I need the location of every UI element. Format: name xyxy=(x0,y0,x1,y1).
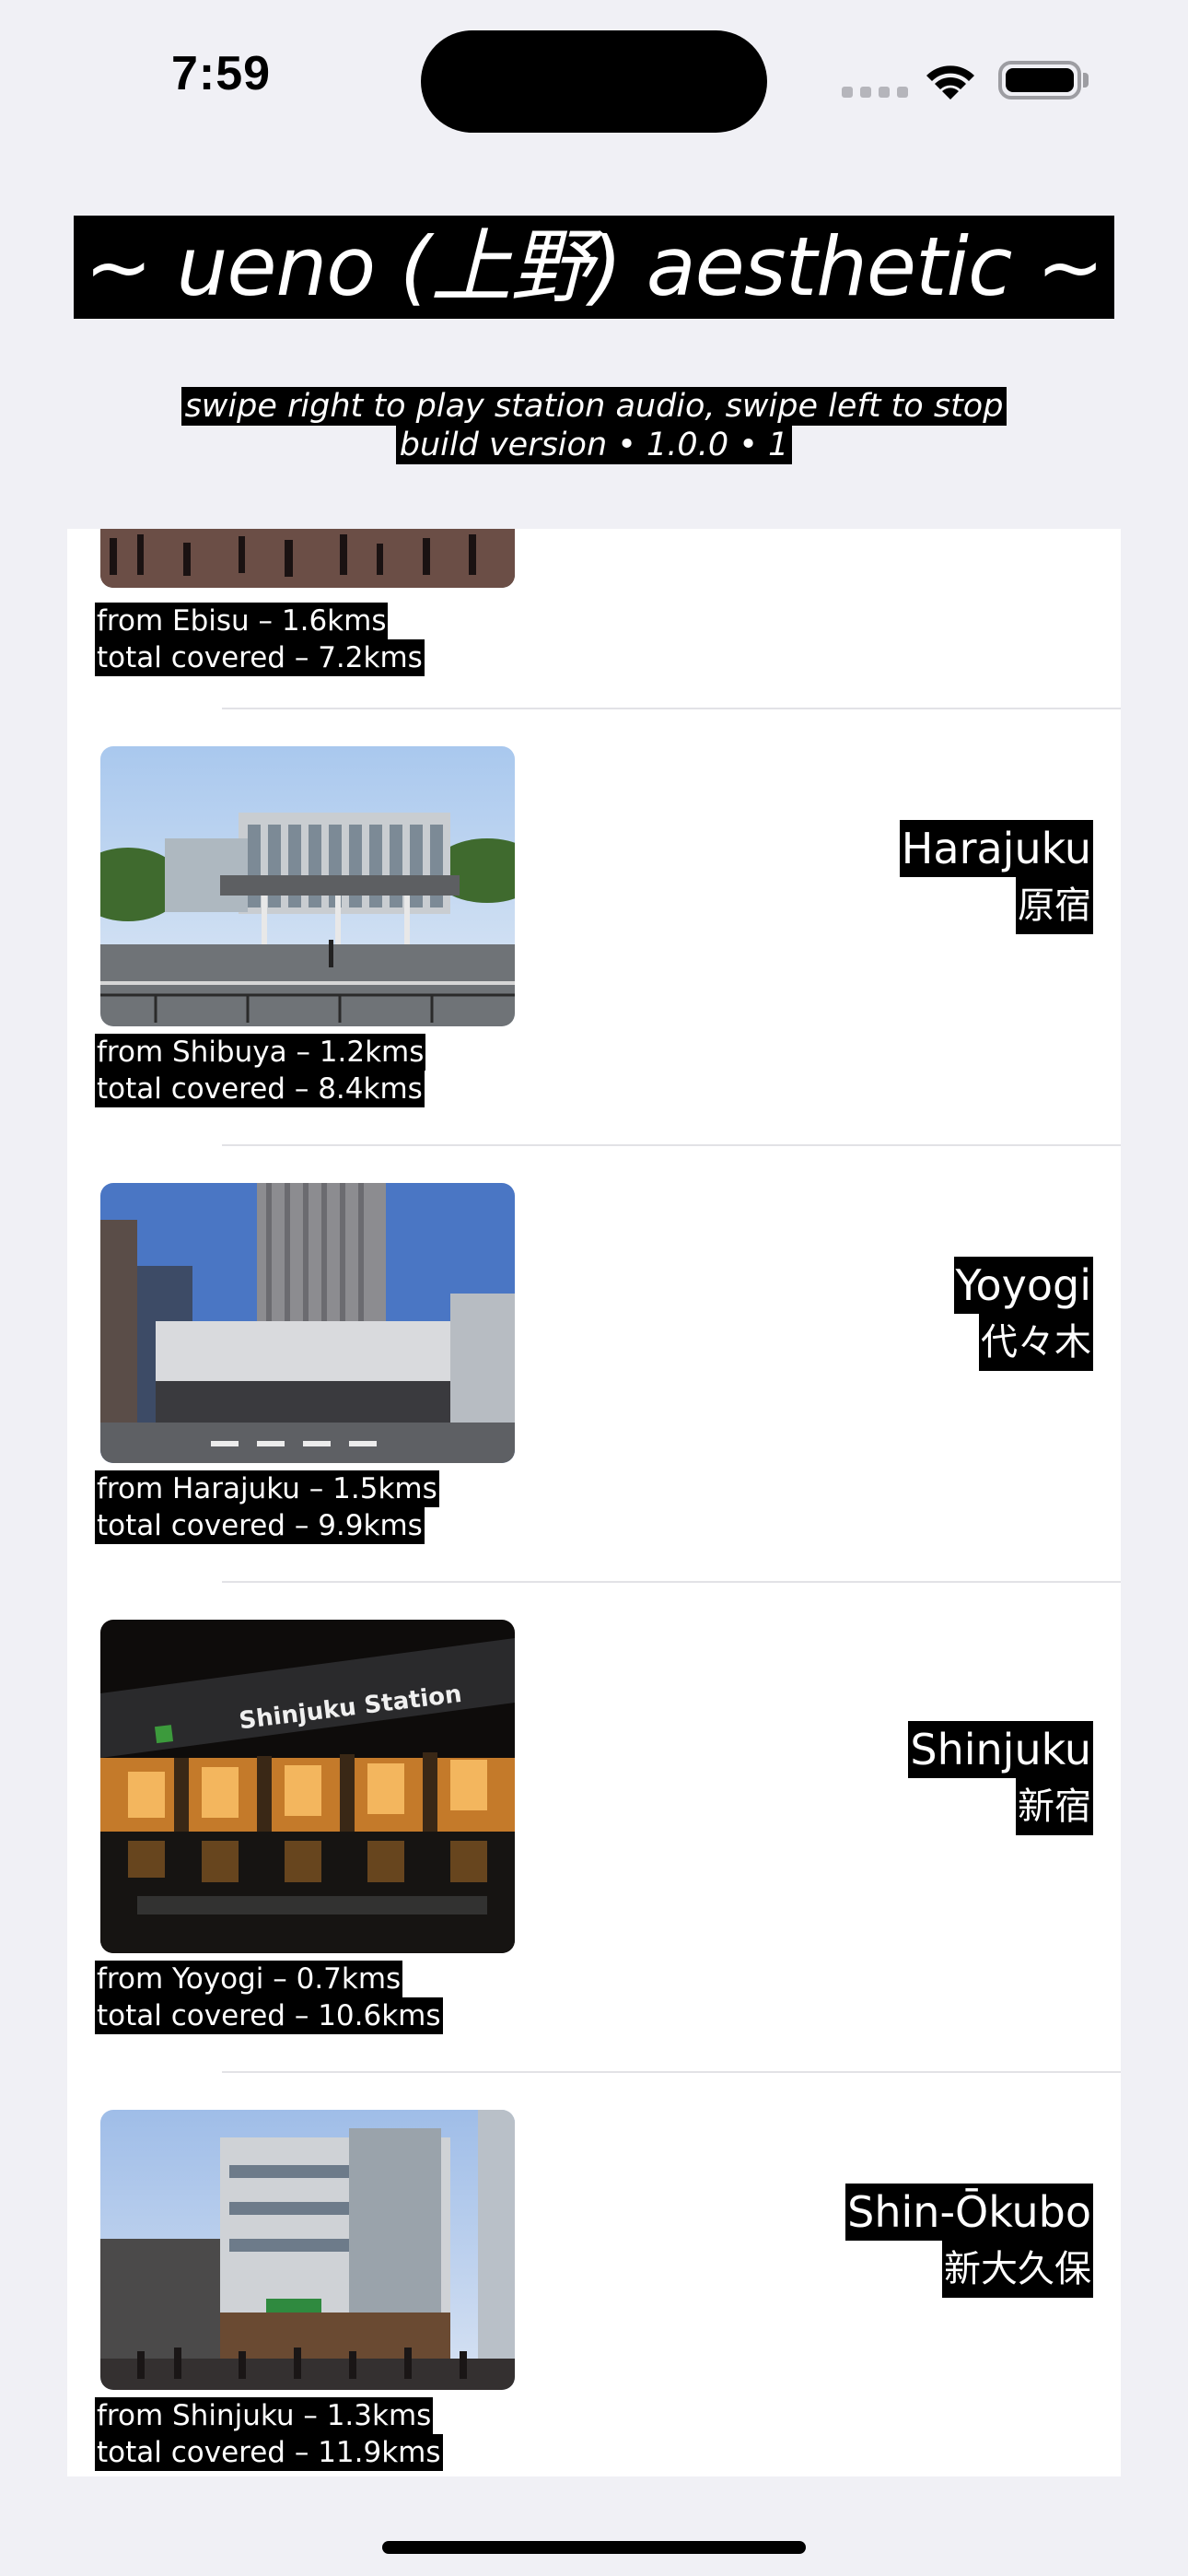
total-distance: total covered – 7.2kms xyxy=(95,639,425,676)
build-version: build version • 1.0.0 • 1 xyxy=(395,426,793,464)
app-title: ~ ueno (上野) aesthetic ~ xyxy=(73,216,1115,319)
station-name-jp: 代々木 xyxy=(979,1314,1093,1371)
distance-from-previous: from Harajuku – 1.5kms xyxy=(95,1470,439,1507)
battery-icon xyxy=(998,61,1081,100)
dynamic-island xyxy=(421,30,767,133)
distance-from-previous: from Yoyogi – 0.7kms xyxy=(95,1961,403,1997)
distance-from-previous: from Shinjuku – 1.3kms xyxy=(95,2397,434,2434)
total-distance: total covered – 8.4kms xyxy=(95,1071,425,1107)
status-time: 7:59 xyxy=(171,47,272,100)
station-name-en: Harajuku xyxy=(899,820,1093,877)
station-row-harajuku[interactable]: from Shibuya – 1.2kms total covered – 8.… xyxy=(67,709,1121,1146)
station-row-shinjuku[interactable]: Shinjuku Station from Yoyogi – 0.7kms to… xyxy=(67,1583,1121,2073)
station-row-yoyogi[interactable]: from Harajuku – 1.5kms total covered – 9… xyxy=(67,1146,1121,1583)
station-photo xyxy=(100,1183,515,1463)
station-photo xyxy=(100,529,515,588)
station-photo xyxy=(100,746,515,1026)
station-list[interactable]: from Ebisu – 1.6kms total covered – 7.2k… xyxy=(67,529,1121,2476)
station-name-en: Shin-Ōkubo xyxy=(845,2184,1093,2241)
station-name-en: Shinjuku xyxy=(908,1721,1093,1778)
station-name-jp: 新大久保 xyxy=(942,2241,1093,2298)
distance-from-previous: from Ebisu – 1.6kms xyxy=(95,603,389,639)
station-row-shin-okubo[interactable]: from Shinjuku – 1.3kms total covered – 1… xyxy=(67,2073,1121,2476)
station-name-jp: 原宿 xyxy=(1016,877,1093,934)
station-row-ebisu[interactable]: from Ebisu – 1.6kms total covered – 7.2k… xyxy=(67,529,1121,709)
wifi-icon xyxy=(926,65,974,100)
distance-from-previous: from Shibuya – 1.2kms xyxy=(95,1034,426,1071)
station-photo xyxy=(100,2110,515,2390)
total-distance: total covered – 10.6kms xyxy=(95,1997,443,2034)
station-photo: Shinjuku Station xyxy=(100,1620,515,1953)
total-distance: total covered – 9.9kms xyxy=(95,1507,425,1544)
home-indicator[interactable] xyxy=(382,2541,806,2554)
station-name-en: Yoyogi xyxy=(953,1257,1093,1314)
battery-cap xyxy=(1083,73,1089,88)
cellular-signal-icon xyxy=(842,87,908,98)
station-name-jp: 新宿 xyxy=(1016,1778,1093,1835)
app-screen: 7:59 ~ ueno (上野) aesthetic ~ swipe right… xyxy=(0,0,1188,2576)
swipe-instructions: swipe right to play station audio, swipe… xyxy=(181,387,1007,426)
total-distance: total covered – 11.9kms xyxy=(95,2434,443,2471)
